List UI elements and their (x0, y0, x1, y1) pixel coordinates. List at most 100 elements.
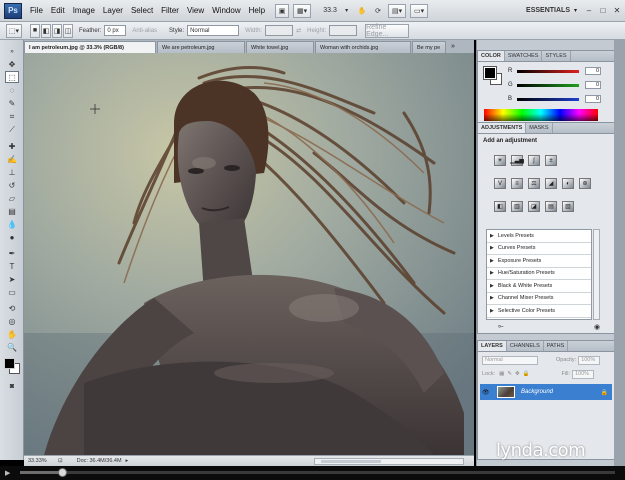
hand-tool-sidebar-icon[interactable]: ✋ (5, 328, 19, 340)
feather-input[interactable]: 0 px (104, 25, 127, 36)
color-slider-g[interactable] (517, 83, 579, 87)
photo-filter-icon[interactable]: ◐ (562, 178, 574, 189)
menu-view[interactable]: View (187, 6, 204, 15)
dodge-tool-icon[interactable]: ● (5, 231, 19, 243)
lock-all-icon[interactable]: 🔒 (523, 371, 530, 377)
tab-paths[interactable]: PATHS (544, 341, 569, 351)
brush-tool-icon[interactable]: ✍ (5, 153, 19, 165)
menu-help[interactable]: Help (249, 6, 265, 15)
foreground-color-swatch[interactable] (4, 358, 15, 369)
maximize-icon[interactable]: □ (597, 5, 609, 17)
menu-filter[interactable]: Filter (161, 6, 179, 15)
color-slider-r[interactable] (517, 69, 579, 73)
preset-black-white[interactable]: ▶ Black & White Presets (487, 280, 591, 293)
tab-be-my-pe[interactable]: Be my pe (412, 41, 446, 53)
clip-to-layer-icon[interactable]: ⟜ (498, 323, 504, 331)
lock-pixels-icon[interactable]: ✎ (507, 371, 512, 377)
menu-image[interactable]: Image (73, 6, 95, 15)
lasso-tool-icon[interactable]: ◌ (5, 84, 19, 96)
hue-saturation-icon[interactable]: ≡ (511, 178, 523, 189)
document-canvas[interactable] (24, 53, 474, 455)
preset-hue-saturation[interactable]: ▶ Hue/Saturation Presets (487, 268, 591, 280)
color-value-g[interactable]: 0 (585, 81, 601, 89)
color-slider-b[interactable] (517, 97, 579, 101)
color-balance-icon[interactable]: ⚖ (528, 178, 540, 189)
status-info-icon[interactable]: ⊡ (58, 458, 63, 464)
screen-mode-icon[interactable]: ▭▾ (410, 3, 429, 18)
lock-transparency-icon[interactable]: ▦ (499, 371, 504, 377)
tab-channels[interactable]: CHANNELS (507, 341, 544, 351)
hand-tool-icon[interactable]: ✋ (356, 4, 368, 18)
more-tabs-icon[interactable]: » (451, 43, 455, 50)
status-menu-icon[interactable]: ▸ (126, 458, 129, 464)
visibility-eye-icon[interactable]: 👁 (482, 389, 491, 396)
menu-layer[interactable]: Layer (103, 6, 123, 15)
close-icon[interactable]: ✕ (611, 5, 623, 17)
video-progress-track[interactable] (20, 468, 615, 477)
black-white-icon[interactable]: ◢ (545, 178, 557, 189)
panel-options-icon[interactable]: ◉ (594, 323, 600, 331)
preset-levels[interactable]: ▶ Levels Presets (487, 230, 591, 243)
invert-icon[interactable]: ◧ (494, 201, 506, 212)
preset-selective-color[interactable]: ▶ Selective Color Presets (487, 305, 591, 318)
pen-tool-icon[interactable]: ✒ (5, 247, 19, 259)
menu-select[interactable]: Select (131, 6, 153, 15)
path-selection-tool-icon[interactable]: ➤ (5, 273, 19, 285)
shape-tool-icon[interactable]: ▭ (5, 286, 19, 298)
collapse-tools-icon[interactable]: » (5, 46, 19, 58)
status-zoom[interactable]: 33.33% (28, 458, 54, 464)
brightness-contrast-icon[interactable]: ☀ (494, 155, 506, 166)
presets-scrollbar[interactable] (593, 229, 600, 320)
zoom-tool-icon[interactable]: 🔍 (5, 341, 19, 353)
zoom-level-field[interactable]: 33.3 (315, 7, 345, 14)
preset-curves[interactable]: ▶ Curves Presets (487, 243, 591, 255)
play-icon[interactable]: ▶ (5, 469, 10, 477)
swap-dimensions-icon[interactable]: ⇄ (296, 27, 301, 34)
video-progress-knob[interactable] (57, 468, 67, 477)
tab-styles[interactable]: STYLES (542, 51, 571, 61)
threshold-icon[interactable]: ◪ (528, 201, 540, 212)
eraser-tool-icon[interactable]: ▱ (5, 192, 19, 204)
posterize-icon[interactable]: ▥ (511, 201, 523, 212)
gradient-map-icon[interactable]: ▤ (545, 201, 557, 212)
horizontal-scroll-thumb[interactable] (321, 460, 381, 463)
healing-brush-tool-icon[interactable]: ✚ (5, 140, 19, 152)
tab-white-towel[interactable]: White towel.jpg (246, 41, 314, 53)
color-spectrum-ramp[interactable] (484, 109, 598, 121)
rotate-view-icon[interactable]: ⟳ (372, 4, 384, 18)
workspace-dropdown-icon[interactable]: ▾ (574, 7, 577, 14)
tab-color[interactable]: COLOR (478, 51, 505, 61)
tab-we-are-petroleum[interactable]: We are petroleum.jpg (157, 41, 245, 53)
exposure-icon[interactable]: ± (545, 155, 557, 166)
arrange-documents-icon[interactable]: ▤▾ (388, 3, 407, 18)
antialias-checkbox[interactable]: Anti-alias (132, 28, 157, 34)
quick-mask-icon[interactable]: ◙ (5, 380, 19, 392)
zoom-dropdown-icon[interactable]: ▾ (345, 7, 348, 14)
subtract-selection-icon[interactable]: ◨ (52, 23, 62, 38)
quick-selection-tool-icon[interactable]: ✎ (5, 97, 19, 109)
3d-orbit-tool-icon[interactable]: ◎ (5, 315, 19, 327)
eyedropper-tool-icon[interactable]: ⟋ (5, 124, 19, 136)
crop-tool-icon[interactable]: ⌗ (5, 111, 19, 123)
move-tool-icon[interactable]: ✥ (5, 58, 19, 70)
color-value-r[interactable]: 0 (585, 67, 601, 75)
layer-name[interactable]: Background (521, 389, 553, 395)
tab-i-am-petroleum[interactable]: I am petroleum.jpg @ 33.3% (RGB/8) (24, 41, 156, 53)
height-input[interactable] (329, 25, 358, 36)
selective-color-icon[interactable]: ▧ (562, 201, 574, 212)
blur-tool-icon[interactable]: 💧 (5, 218, 19, 230)
type-tool-icon[interactable]: T (5, 260, 19, 272)
minimize-icon[interactable]: – (583, 5, 595, 17)
workspace-switcher[interactable]: ESSENTIALS (526, 7, 570, 14)
horizontal-scrollbar[interactable] (314, 458, 464, 465)
channel-mixer-icon[interactable]: ⊛ (579, 178, 591, 189)
tool-preset-icon[interactable]: ⬚▾ (6, 23, 22, 38)
tab-masks[interactable]: MASKS (526, 123, 553, 133)
opacity-input[interactable]: 100% (578, 355, 601, 365)
curves-icon[interactable]: ∫ (528, 155, 540, 166)
menu-window[interactable]: Window (212, 6, 240, 15)
launch-bridge-icon[interactable]: ▣ (275, 3, 290, 18)
gradient-tool-icon[interactable]: ▤ (5, 205, 19, 217)
blend-mode-select[interactable]: Normal (482, 355, 538, 365)
3d-rotate-tool-icon[interactable]: ⟲ (5, 302, 19, 314)
